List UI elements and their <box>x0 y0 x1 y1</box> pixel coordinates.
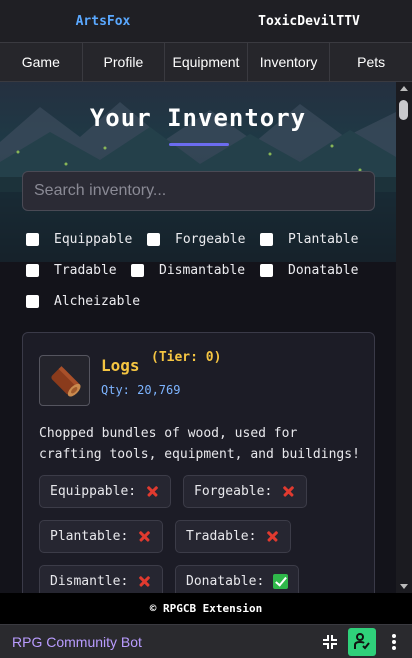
left-username[interactable]: ArtsFox <box>0 0 206 42</box>
scrollbar-thumb[interactable] <box>399 100 408 120</box>
prop-label: Equippable: <box>50 484 137 499</box>
pin-icon[interactable] <box>348 627 376 656</box>
right-username[interactable]: ToxicDevilTTV <box>206 0 412 42</box>
checkbox[interactable] <box>26 295 39 308</box>
prop-forgeable: Forgeable: <box>183 475 308 508</box>
filter-label: Forgeable <box>175 232 246 247</box>
checkbox[interactable] <box>131 264 144 277</box>
filter-label: Tradable <box>54 263 117 278</box>
filter-label: Plantable <box>288 232 359 247</box>
filter-label: Alcheizable <box>54 294 141 309</box>
main-nav: Game Profile Equipment Inventory Pets <box>0 42 412 82</box>
inventory-content: Your Inventory Equippable Forgeable Plan… <box>0 82 396 593</box>
cross-icon <box>281 484 296 499</box>
prop-dismantle: Dismantle: <box>39 565 164 593</box>
prop-label: Dismantle: <box>50 574 129 589</box>
item-tier: (Tier: 0) <box>151 350 222 365</box>
checkbox[interactable] <box>26 264 39 277</box>
tab-equipment[interactable]: Equipment <box>165 43 248 81</box>
prop-equippable: Equippable: <box>39 475 172 508</box>
filter-dismantable[interactable]: Dismantable <box>131 263 245 278</box>
scroll-down-arrow-icon[interactable] <box>400 584 408 589</box>
filter-forgeable[interactable]: Forgeable <box>147 232 245 247</box>
checkbox[interactable] <box>26 233 39 246</box>
collapse-icon[interactable] <box>316 628 344 656</box>
extension-bar: RPG Community Bot <box>0 624 412 658</box>
more-vertical-icon[interactable] <box>380 628 408 656</box>
cross-icon <box>265 529 280 544</box>
vertical-scrollbar[interactable] <box>396 82 412 593</box>
filter-label: Dismantable <box>159 263 246 278</box>
prop-tradable: Tradable: <box>175 520 292 553</box>
filter-label: Equippable <box>54 232 133 247</box>
logs-item-icon <box>39 355 90 406</box>
prop-label: Donatable: <box>186 574 265 589</box>
cross-icon <box>137 574 152 589</box>
scroll-up-arrow-icon[interactable] <box>400 86 408 91</box>
page-title: Your Inventory <box>89 104 307 132</box>
prop-donatable: Donatable: <box>175 565 300 593</box>
filter-label: Donatable <box>288 263 359 278</box>
filter-donatable[interactable]: Donatable <box>260 263 358 278</box>
footer: © RPGCB Extension <box>0 593 412 624</box>
filter-alcheizable[interactable]: Alcheizable <box>26 294 140 309</box>
tab-profile[interactable]: Profile <box>83 43 166 81</box>
prop-plantable: Plantable: <box>39 520 164 553</box>
checkmark-icon <box>273 574 289 589</box>
prop-label: Tradable: <box>186 529 257 544</box>
filter-equippable[interactable]: Equippable <box>26 232 132 247</box>
checkbox[interactable] <box>260 233 273 246</box>
item-card: Logs (Tier: 0) Qty: 20,769 Chopped bundl… <box>22 332 375 593</box>
prop-label: Plantable: <box>50 529 129 544</box>
search-input[interactable] <box>22 171 375 211</box>
extension-name: RPG Community Bot <box>12 633 142 650</box>
top-user-bar: ArtsFox ToxicDevilTTV <box>0 0 412 42</box>
tab-inventory[interactable]: Inventory <box>248 43 331 81</box>
cross-icon <box>145 484 160 499</box>
checkbox[interactable] <box>260 264 273 277</box>
item-name: Logs <box>101 356 140 375</box>
checkbox[interactable] <box>147 233 160 246</box>
cross-icon <box>137 529 152 544</box>
prop-label: Forgeable: <box>194 484 273 499</box>
tab-pets[interactable]: Pets <box>330 43 412 81</box>
filter-tradable[interactable]: Tradable <box>26 263 117 278</box>
title-underline <box>169 143 229 146</box>
tab-game[interactable]: Game <box>0 43 83 81</box>
item-description: Chopped bundles of wood, used for crafti… <box>39 426 360 462</box>
filter-plantable[interactable]: Plantable <box>260 232 358 247</box>
item-quantity: Qty: 20,769 <box>101 383 181 397</box>
